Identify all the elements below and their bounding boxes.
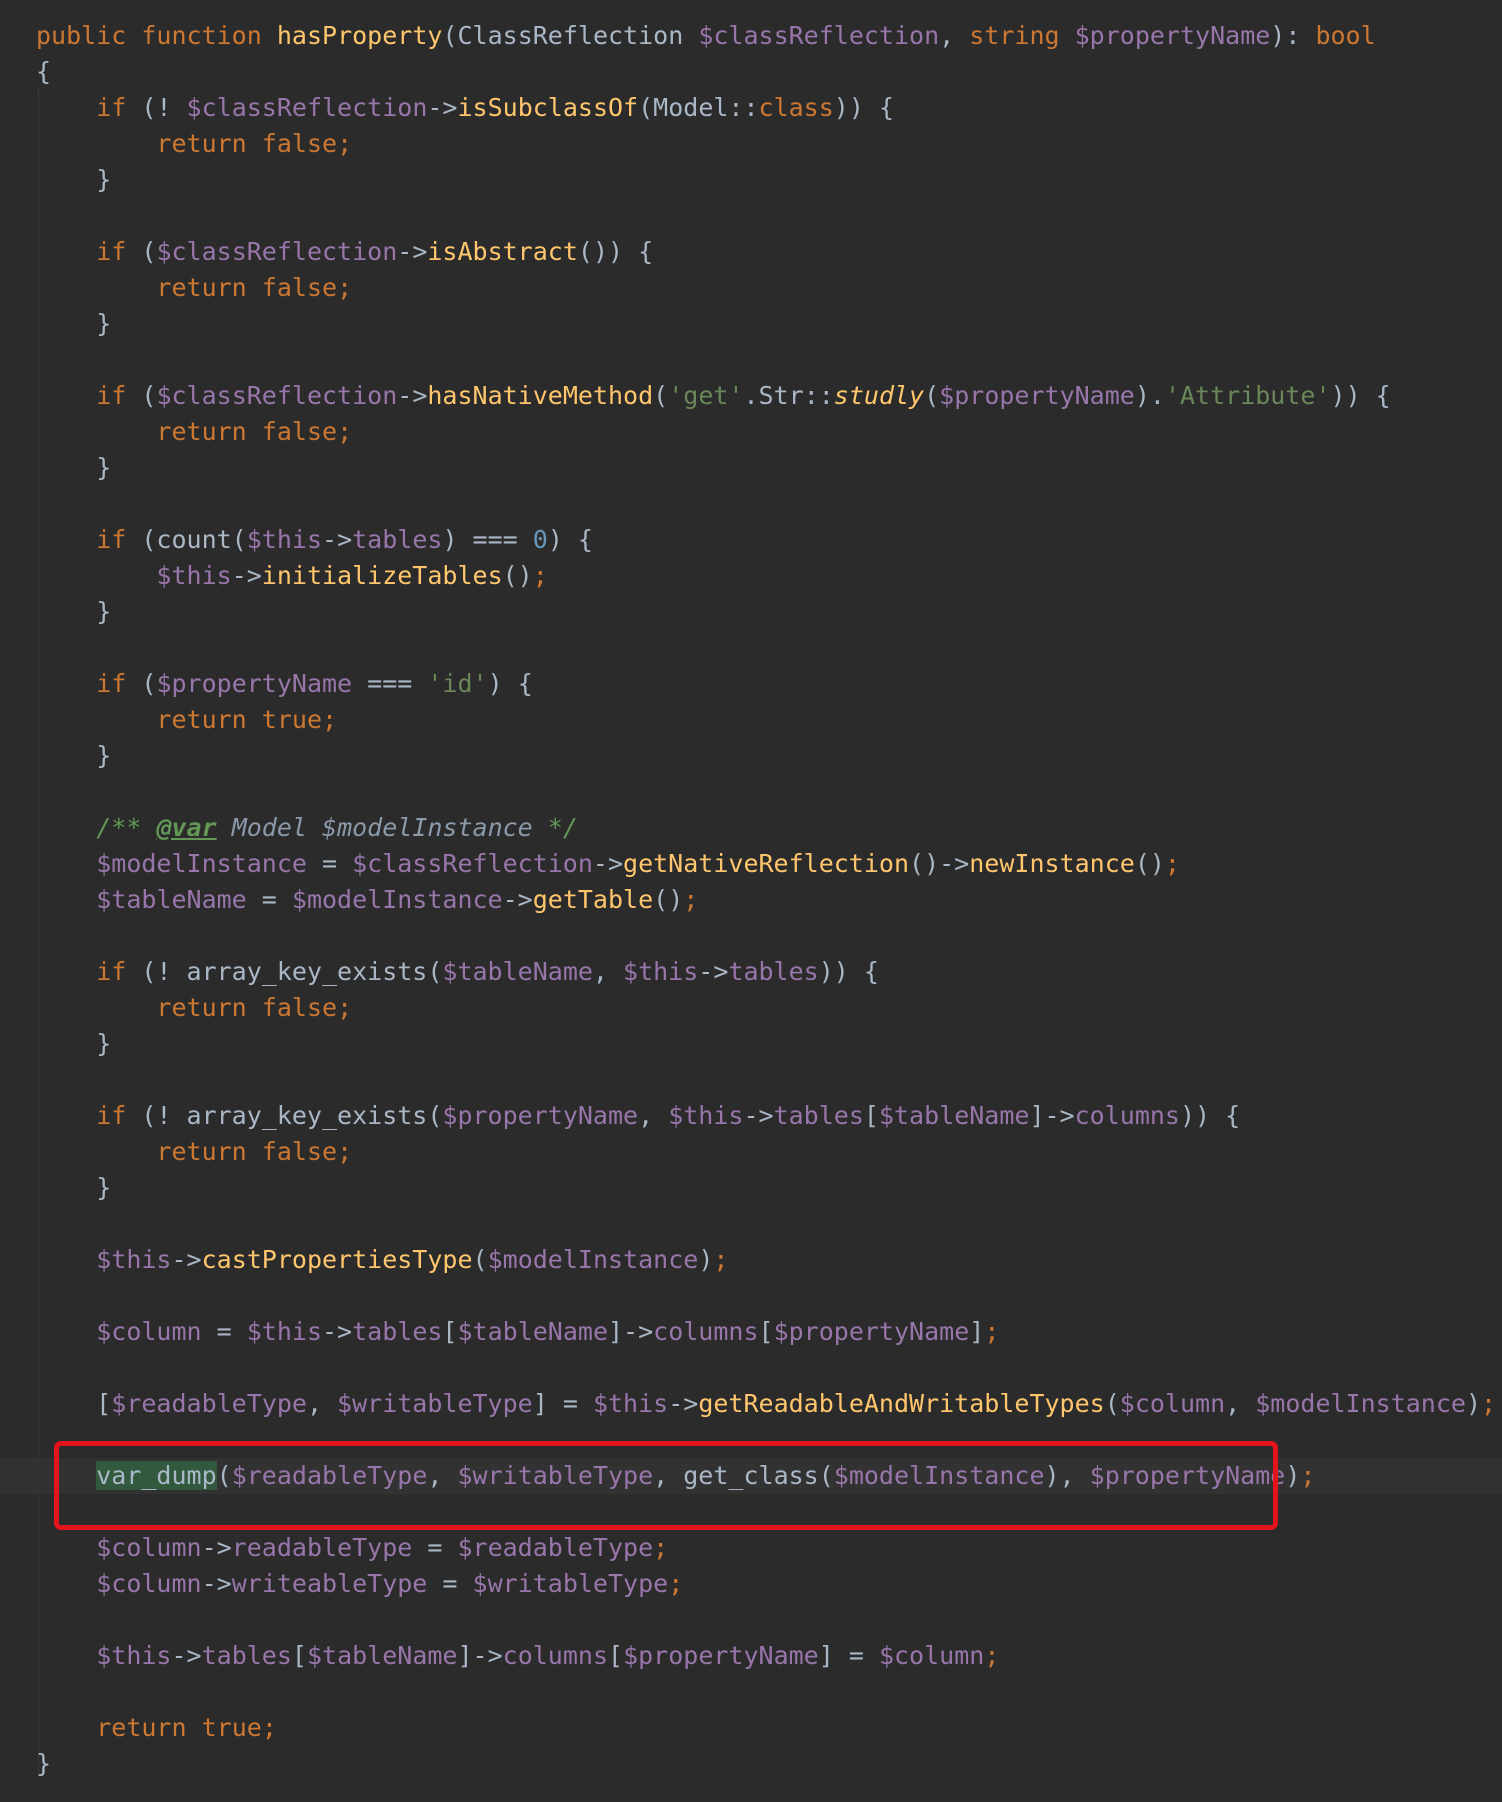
code-line[interactable]: } (0, 594, 1502, 630)
code-line[interactable]: $column->readableType = $readableType; (0, 1530, 1502, 1566)
code-line[interactable]: if ($classReflection->isAbstract()) { (0, 234, 1502, 270)
code-line[interactable] (0, 198, 1502, 234)
code-editor[interactable]: public function hasProperty(ClassReflect… (0, 0, 1502, 1802)
code-line[interactable]: return false; (0, 990, 1502, 1026)
code-line[interactable]: [$readableType, $writableType] = $this->… (0, 1386, 1502, 1422)
code-line[interactable] (0, 774, 1502, 810)
code-line[interactable]: if ($classReflection->hasNativeMethod('g… (0, 378, 1502, 414)
code-line[interactable]: $tableName = $modelInstance->getTable(); (0, 882, 1502, 918)
code-line[interactable]: { (0, 54, 1502, 90)
code-line[interactable]: } (0, 1746, 1502, 1782)
code-line[interactable]: $this->castPropertiesType($modelInstance… (0, 1242, 1502, 1278)
code-line[interactable]: $column = $this->tables[$tableName]->col… (0, 1314, 1502, 1350)
code-line[interactable]: } (0, 738, 1502, 774)
code-line[interactable] (0, 1062, 1502, 1098)
highlight-box (54, 1441, 1278, 1530)
code-line[interactable]: } (0, 306, 1502, 342)
code-line[interactable]: $modelInstance = $classReflection->getNa… (0, 846, 1502, 882)
code-line[interactable] (0, 630, 1502, 666)
code-line[interactable]: $this->tables[$tableName]->columns[$prop… (0, 1638, 1502, 1674)
code-line[interactable] (0, 486, 1502, 522)
code-line[interactable]: return false; (0, 414, 1502, 450)
code-line[interactable]: return false; (0, 1134, 1502, 1170)
code-line[interactable]: $column->writeableType = $writableType; (0, 1566, 1502, 1602)
code-line[interactable]: if (! $classReflection->isSubclassOf(Mod… (0, 90, 1502, 126)
code-line[interactable]: } (0, 1170, 1502, 1206)
code-line[interactable]: return true; (0, 1710, 1502, 1746)
code-line[interactable] (0, 1278, 1502, 1314)
code-line[interactable]: if (! array_key_exists($propertyName, $t… (0, 1098, 1502, 1134)
code-line[interactable]: return false; (0, 126, 1502, 162)
code-line[interactable] (0, 918, 1502, 954)
code-line[interactable]: return false; (0, 270, 1502, 306)
code-line[interactable] (0, 1350, 1502, 1386)
code-line[interactable]: } (0, 1026, 1502, 1062)
code-line[interactable] (0, 1674, 1502, 1710)
code-line[interactable]: $this->initializeTables(); (0, 558, 1502, 594)
code-line[interactable]: public function hasProperty(ClassReflect… (0, 18, 1502, 54)
code-line[interactable] (0, 342, 1502, 378)
code-line[interactable]: if (! array_key_exists($tableName, $this… (0, 954, 1502, 990)
code-line[interactable] (0, 1602, 1502, 1638)
code-line[interactable]: return true; (0, 702, 1502, 738)
code-line[interactable]: if ($propertyName === 'id') { (0, 666, 1502, 702)
code-line[interactable]: if (count($this->tables) === 0) { (0, 522, 1502, 558)
code-line[interactable]: } (0, 450, 1502, 486)
code-line[interactable] (0, 1206, 1502, 1242)
code-line[interactable]: } (0, 162, 1502, 198)
code-line[interactable]: /** @var Model $modelInstance */ (0, 810, 1502, 846)
